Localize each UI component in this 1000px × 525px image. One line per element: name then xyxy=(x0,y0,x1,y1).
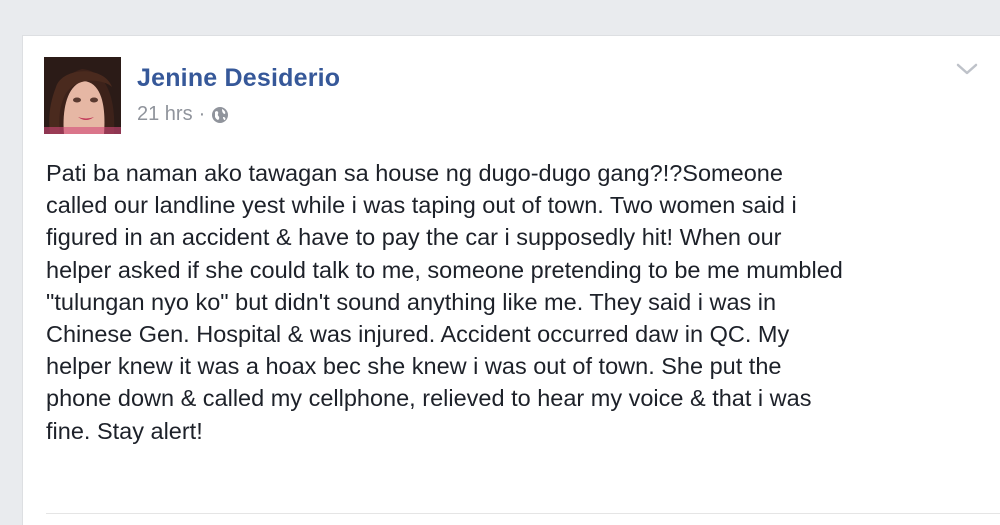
post-card: Jenine Desiderio 21 hrs · Pati ba naman … xyxy=(22,35,1000,525)
chevron-down-icon[interactable] xyxy=(954,60,980,78)
author-name[interactable]: Jenine Desiderio xyxy=(137,64,340,93)
meta-separator: · xyxy=(198,103,206,125)
profile-photo xyxy=(44,57,121,134)
avatar[interactable] xyxy=(44,57,121,134)
post-body-text: Pati ba naman ako tawagan sa house ng du… xyxy=(46,160,843,444)
timestamp[interactable]: 21 hrs xyxy=(137,103,193,126)
globe-icon xyxy=(211,106,229,124)
post-meta: 21 hrs · xyxy=(137,103,229,126)
divider xyxy=(46,513,1000,514)
